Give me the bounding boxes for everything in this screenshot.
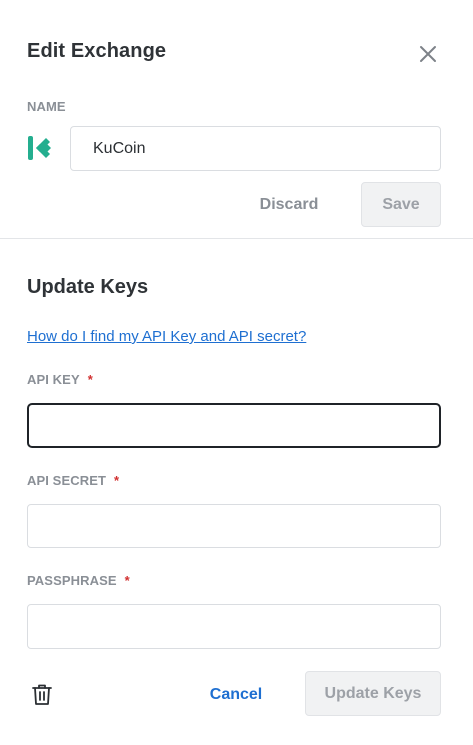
trash-icon: [32, 684, 52, 705]
cancel-button[interactable]: Cancel: [205, 683, 267, 707]
passphrase-label: PASSPHRASE: [27, 573, 117, 588]
section-divider: [0, 238, 473, 239]
api-secret-label-row: API SECRET *: [27, 473, 119, 488]
edit-exchange-panel: Edit Exchange NAME Discard Save Update K…: [0, 0, 473, 745]
close-button[interactable]: [416, 42, 440, 66]
kucoin-logo-icon: [27, 132, 58, 164]
discard-button[interactable]: Discard: [253, 192, 325, 218]
name-label: NAME: [27, 99, 66, 114]
required-mark: *: [87, 372, 93, 387]
update-keys-title: Update Keys: [27, 276, 149, 298]
api-secret-input[interactable]: [27, 504, 441, 548]
panel-title: Edit Exchange: [27, 40, 167, 62]
required-mark: *: [114, 473, 120, 488]
exchange-name-input[interactable]: [70, 126, 441, 171]
passphrase-label-row: PASSPHRASE *: [27, 573, 130, 588]
close-icon: [420, 46, 436, 62]
required-mark: *: [124, 573, 130, 588]
api-help-link[interactable]: How do I find my API Key and API secret?: [27, 328, 306, 345]
passphrase-input[interactable]: [27, 604, 441, 649]
api-key-input[interactable]: [27, 403, 441, 448]
update-keys-button[interactable]: Update Keys: [305, 671, 441, 716]
delete-exchange-button[interactable]: [31, 683, 53, 707]
api-key-label: API KEY: [27, 372, 80, 387]
save-button[interactable]: Save: [361, 182, 441, 227]
api-secret-label: API SECRET: [27, 473, 107, 488]
api-key-label-row: API KEY *: [27, 372, 93, 387]
